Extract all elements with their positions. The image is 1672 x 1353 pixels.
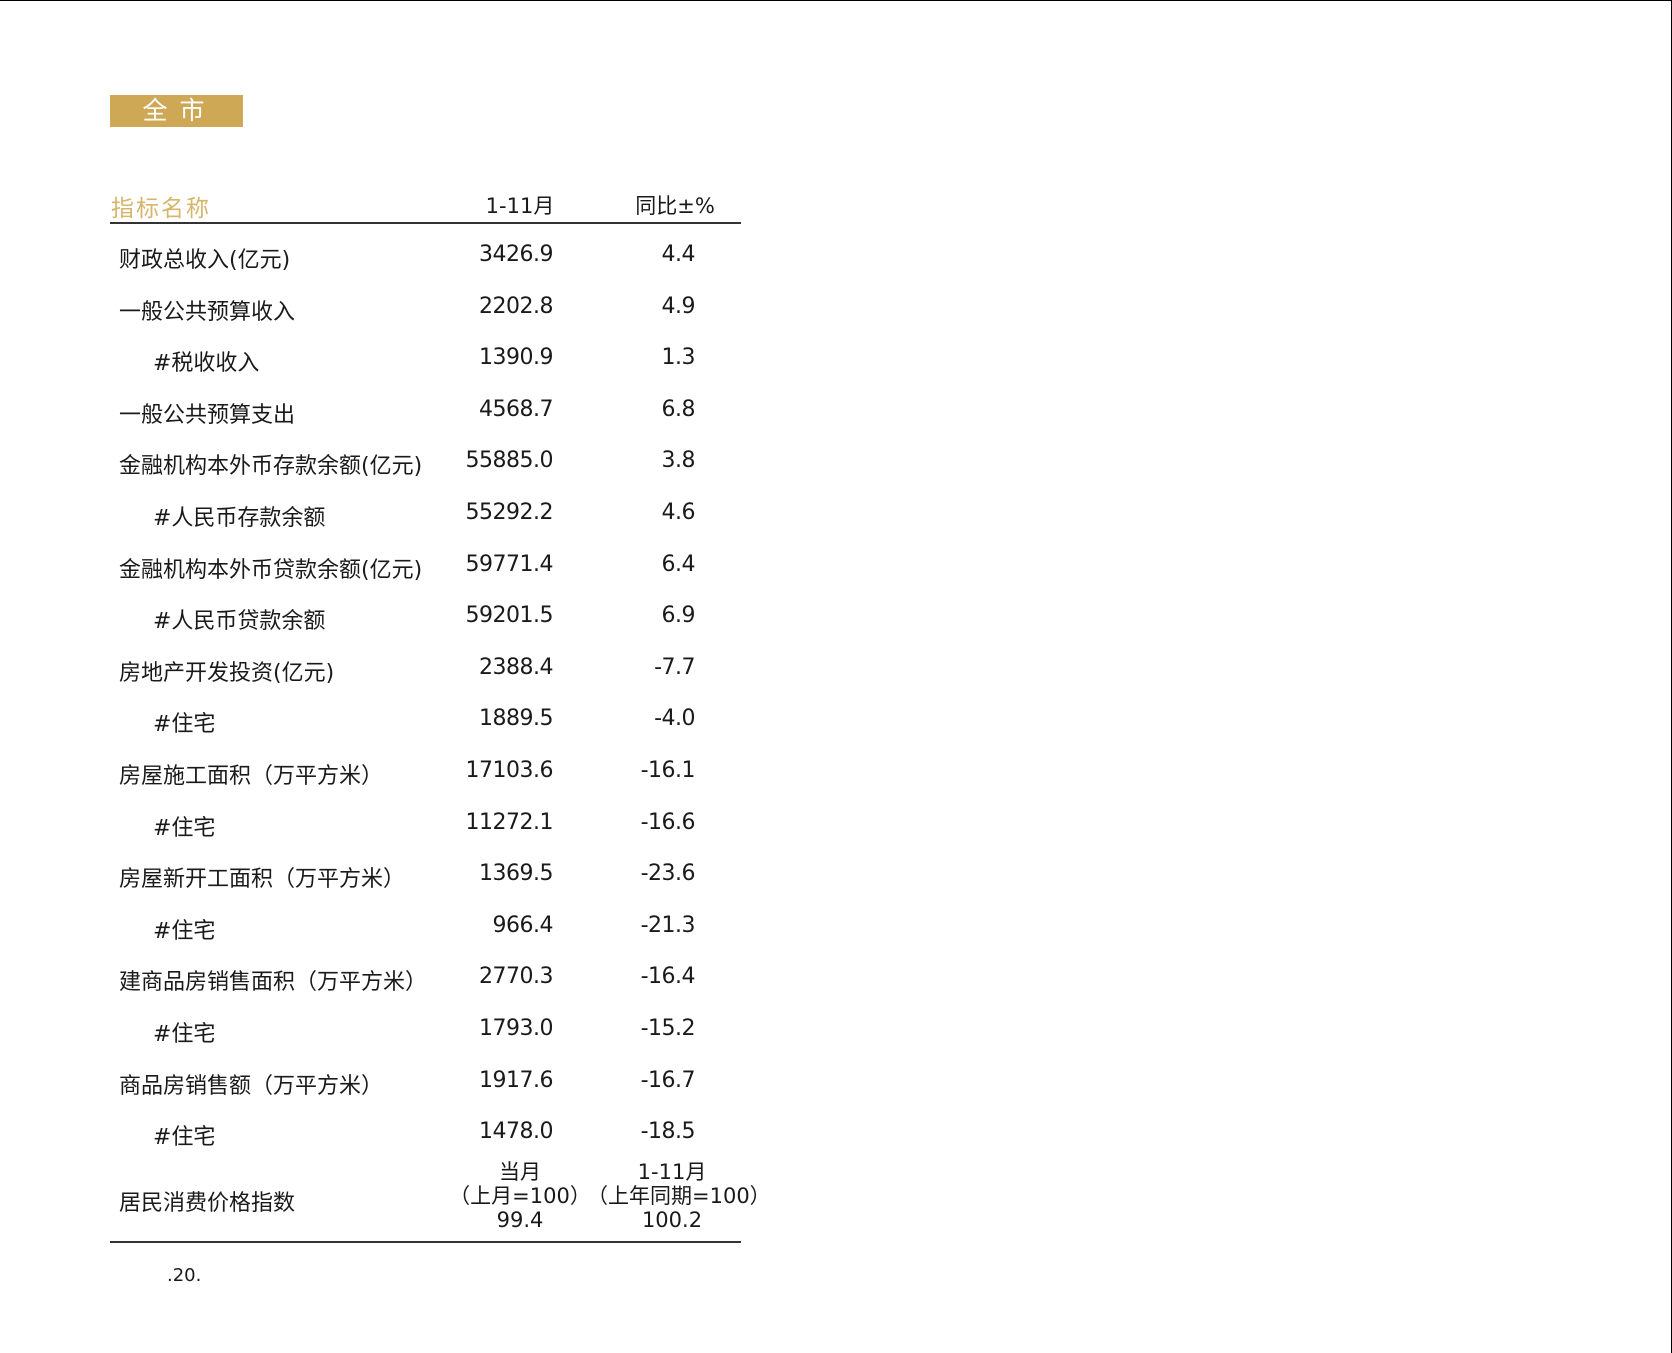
- indicator-label: #住宅: [153, 1125, 216, 1151]
- period-value: 966.4: [492, 912, 554, 938]
- period-value: 3426.9: [479, 242, 553, 267]
- table-row: #住宅 1478.0 -18.5: [0, 1107, 760, 1159]
- indicator-label: 一般公共预算支出: [119, 402, 296, 428]
- indicator-label: 房屋新开工面积（万平方米）: [119, 867, 406, 893]
- indicator-label: 金融机构本外币存款余额(亿元): [119, 454, 423, 480]
- table-row: 商品房销售额（万平方米） 1917.6 -16.7: [0, 1056, 760, 1108]
- period-value: 2202.8: [479, 293, 553, 319]
- period-value: 55885.0: [465, 448, 554, 474]
- yoy-change: -16.6: [640, 809, 696, 835]
- yoy-change: -18.5: [640, 1119, 696, 1145]
- cpi-label: 居民消费价格指数: [119, 1191, 296, 1216]
- table-row: 房屋新开工面积（万平方米） 1369.5 -23.6: [0, 849, 760, 901]
- indicator-label: #人民币存款余额: [153, 506, 326, 531]
- indicator-label: 房地产开发投资(亿元): [119, 660, 335, 686]
- table-row: 一般公共预算收入 2202.8 4.9: [0, 282, 760, 334]
- cpi-ytd: 1-11月 （上年同期=100） 100.2: [587, 1160, 771, 1232]
- section-banner: 全市: [110, 95, 243, 127]
- period-value: 11272.1: [465, 809, 554, 835]
- yoy-change: 6.4: [661, 551, 696, 577]
- indicator-label: 商品房销售额（万平方米）: [119, 1073, 384, 1099]
- yoy-change: 4.4: [661, 242, 696, 267]
- period-value: 1889.5: [479, 706, 553, 732]
- yoy-change: 4.9: [661, 293, 696, 319]
- table-row: 房地产开发投资(亿元) 2388.4 -7.7: [0, 643, 760, 695]
- table-row: 一般公共预算支出 4568.7 6.8: [0, 385, 760, 437]
- indicator-label: 金融机构本外币贷款余额(亿元): [119, 557, 423, 583]
- yoy-change: -4.0: [654, 706, 695, 732]
- column-header-yoy: 同比±%: [635, 194, 715, 218]
- period-value: 1369.5: [479, 861, 553, 887]
- period-value: 2388.4: [479, 654, 553, 680]
- cpi-current-month-value: 99.4: [496, 1208, 544, 1232]
- yoy-change: -15.2: [640, 1016, 696, 1041]
- cpi-current-month-base: （上月=100）: [449, 1184, 591, 1208]
- yoy-change: -23.6: [640, 861, 696, 887]
- indicator-label: #税收收入: [153, 351, 260, 377]
- yoy-change: -16.4: [640, 964, 696, 990]
- top-border: [0, 0, 1672, 1]
- indicator-label: #住宅: [153, 712, 216, 738]
- yoy-change: -16.1: [640, 758, 696, 783]
- period-value: 2770.3: [479, 964, 553, 990]
- cpi-ytd-value: 100.2: [641, 1208, 703, 1232]
- indicator-label: 房屋施工面积（万平方米）: [119, 764, 384, 789]
- cpi-ytd-base: （上年同期=100）: [587, 1184, 771, 1208]
- table-row: #住宅 11272.1 -16.6: [0, 798, 760, 850]
- period-value: 4568.7: [479, 396, 553, 422]
- table-row: #住宅 1889.5 -4.0: [0, 694, 760, 746]
- period-value: 17103.6: [465, 758, 554, 783]
- period-value: 1390.9: [479, 345, 553, 371]
- indicator-label: 建商品房销售面积（万平方米）: [119, 970, 428, 996]
- indicator-label: #住宅: [153, 918, 216, 944]
- table-row: #住宅 1793.0 -15.2: [0, 1004, 760, 1056]
- table-row: #人民币贷款余额 59201.5 6.9: [0, 591, 760, 643]
- period-value: 55292.2: [465, 500, 554, 525]
- yoy-change: 6.9: [661, 603, 696, 629]
- yoy-change: -7.7: [654, 654, 695, 680]
- cpi-ytd-heading: 1-11月: [637, 1160, 707, 1184]
- table-row: #税收收入 1390.9 1.3: [0, 333, 760, 385]
- indicator-label: 一般公共预算收入: [119, 299, 296, 325]
- cpi-row: 居民消费价格指数 当月 （上月=100） 99.4 1-11月 （上年同期=10…: [0, 1160, 771, 1238]
- table-row: 建商品房销售面积（万平方米） 2770.3 -16.4: [0, 952, 760, 1004]
- cpi-current-month: 当月 （上月=100） 99.4: [440, 1160, 600, 1232]
- yoy-change: 1.3: [661, 345, 696, 371]
- column-header-period: 1-11月: [485, 194, 555, 218]
- table-row: 金融机构本外币贷款余额(亿元) 59771.4 6.4: [0, 540, 760, 592]
- header-rule: [110, 222, 741, 224]
- yoy-change: -16.7: [640, 1067, 696, 1093]
- column-header-name: 指标名称: [111, 196, 211, 222]
- table-row: #人民币存款余额 55292.2 4.6: [0, 488, 760, 540]
- yoy-change: 6.8: [661, 396, 696, 422]
- table-row: 金融机构本外币存款余额(亿元) 55885.0 3.8: [0, 436, 760, 488]
- page-number: .20.: [167, 1265, 202, 1286]
- indicator-label: #住宅: [153, 1022, 216, 1047]
- period-value: 59201.5: [465, 603, 554, 629]
- indicator-label: #住宅: [153, 815, 216, 841]
- yoy-change: 4.6: [661, 500, 696, 525]
- yoy-change: -21.3: [640, 912, 696, 938]
- bottom-rule: [110, 1241, 741, 1243]
- yoy-change: 3.8: [661, 448, 696, 474]
- period-value: 59771.4: [465, 551, 554, 577]
- cpi-current-month-heading: 当月: [499, 1160, 541, 1184]
- period-value: 1793.0: [479, 1016, 553, 1041]
- period-value: 1917.6: [479, 1067, 553, 1093]
- table-row: 财政总收入(亿元) 3426.9 4.4: [0, 230, 760, 282]
- indicator-label: #人民币贷款余额: [153, 609, 326, 635]
- table-row: #住宅 966.4 -21.3: [0, 901, 760, 953]
- period-value: 1478.0: [479, 1119, 553, 1145]
- table-row: 房屋施工面积（万平方米） 17103.6 -16.1: [0, 746, 760, 798]
- indicator-label: 财政总收入(亿元): [119, 248, 291, 273]
